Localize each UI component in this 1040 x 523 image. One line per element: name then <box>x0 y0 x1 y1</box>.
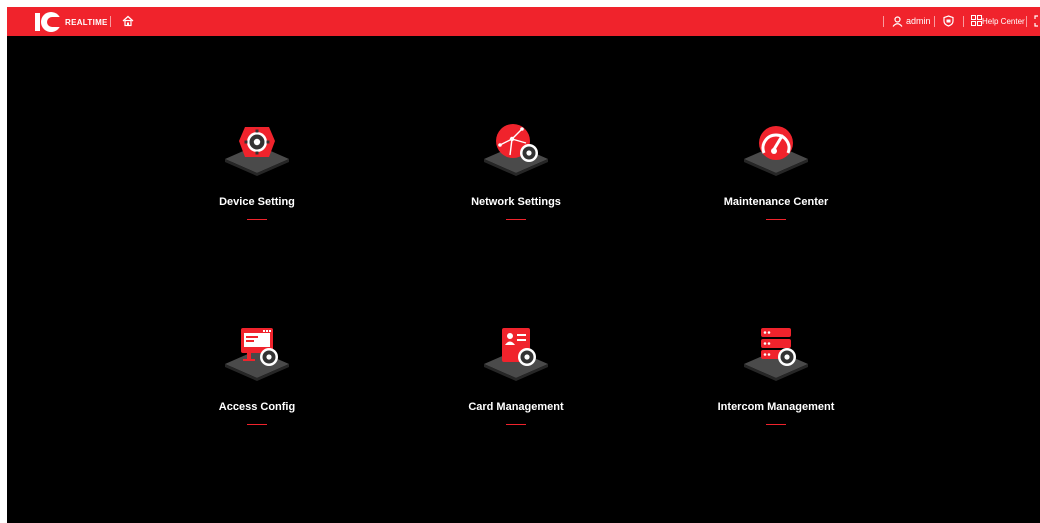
brand-text: REALTIME <box>65 17 108 27</box>
tile-label: Intercom Management <box>717 401 835 413</box>
tile-underline <box>247 424 267 425</box>
divider <box>110 16 111 27</box>
tile-underline <box>247 219 267 220</box>
gear-hexagon-icon <box>225 127 289 176</box>
tile-label: Device Setting <box>219 196 295 208</box>
tile-network-settings[interactable]: Network Settings <box>416 119 616 249</box>
shield-icon[interactable] <box>943 15 954 27</box>
server-gear-icon <box>744 328 808 381</box>
help-center-link[interactable]: Help Center <box>982 16 1025 27</box>
tile-intercom-management[interactable]: Intercom Management <box>676 324 876 454</box>
tile-underline <box>766 424 786 425</box>
brand-mark <box>35 12 63 32</box>
tile-label: Network Settings <box>471 196 561 208</box>
tile-underline <box>506 219 526 220</box>
divider <box>883 16 884 27</box>
app-window: REALTIME admin Help Center Device Settin… <box>7 7 1040 523</box>
user-icon[interactable] <box>892 16 903 27</box>
tile-card-management[interactable]: Card Management <box>416 324 616 454</box>
tile-maintenance-center[interactable]: Maintenance Center <box>676 119 876 249</box>
top-bar: REALTIME admin Help Center <box>7 7 1040 36</box>
user-name[interactable]: admin <box>906 16 931 27</box>
tile-label: Card Management <box>468 401 564 413</box>
tile-label: Maintenance Center <box>723 196 829 208</box>
tile-underline <box>766 219 786 220</box>
divider <box>934 16 935 27</box>
fullscreen-icon[interactable] <box>1034 15 1040 27</box>
tile-underline <box>506 424 526 425</box>
tile-access-config[interactable]: Access Config <box>157 324 357 454</box>
monitor-gear-icon <box>225 328 289 381</box>
tile-device-setting[interactable]: Device Setting <box>157 119 357 249</box>
grid-icon[interactable] <box>971 15 982 26</box>
id-card-gear-icon <box>484 328 548 381</box>
brand-logo[interactable]: REALTIME <box>35 12 108 32</box>
divider <box>1026 16 1027 27</box>
divider <box>963 16 964 27</box>
speedometer-icon <box>744 126 808 176</box>
tile-label: Access Config <box>218 401 296 413</box>
home-icon[interactable] <box>122 15 134 27</box>
network-globe-icon <box>484 124 548 176</box>
